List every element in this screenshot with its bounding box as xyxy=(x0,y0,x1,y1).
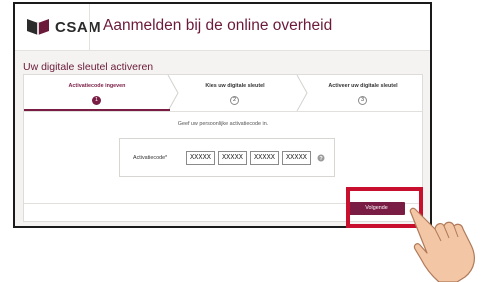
help-icon[interactable]: ? xyxy=(317,154,325,162)
top-bar: CSAM Aanmelden bij de online overheid xyxy=(15,4,430,51)
activation-code-field-1[interactable]: XXXXX xyxy=(186,151,215,165)
step-3-label: Activeer uw digitale sleutel xyxy=(328,83,398,89)
logo-text: CSAM xyxy=(55,18,102,36)
activation-code-field-3[interactable]: XXXXX xyxy=(250,151,279,165)
activation-code-group: Activatiecode* XXXXX XXXXX XXXXX XXXXX ? xyxy=(119,138,335,177)
pointing-hand-icon xyxy=(409,207,475,282)
instruction-text: Geef uw persoonlijke activatiecode in. xyxy=(177,121,269,127)
activation-code-field-4[interactable]: XXXXX xyxy=(282,151,311,165)
step-1-label: Activatiecode ingeven xyxy=(68,83,126,89)
activation-code-field-2[interactable]: XXXXX xyxy=(218,151,247,165)
section-title: Uw digitale sleutel activeren xyxy=(23,61,154,73)
activation-code-label: Activatiecode* xyxy=(133,155,168,161)
step-1-number: 1 xyxy=(92,96,101,105)
header-divider xyxy=(89,4,90,50)
step-1: Activatiecode ingeven 1 xyxy=(24,75,170,111)
active-step-indicator xyxy=(24,109,170,111)
csam-logo-icon xyxy=(27,19,49,35)
page-header-title: Aanmelden bij de online overheid xyxy=(103,17,333,34)
step-2-number: 2 xyxy=(230,96,239,105)
step-3-number: 3 xyxy=(358,96,367,105)
stepper: Activatiecode ingeven 1 Kies uw digitale… xyxy=(24,75,422,112)
step-3: Activeer uw digitale sleutel 3 xyxy=(302,75,424,111)
step-2-label: Kies uw digitale sleutel xyxy=(205,83,265,89)
step-2: Kies uw digitale sleutel 2 xyxy=(172,75,298,111)
